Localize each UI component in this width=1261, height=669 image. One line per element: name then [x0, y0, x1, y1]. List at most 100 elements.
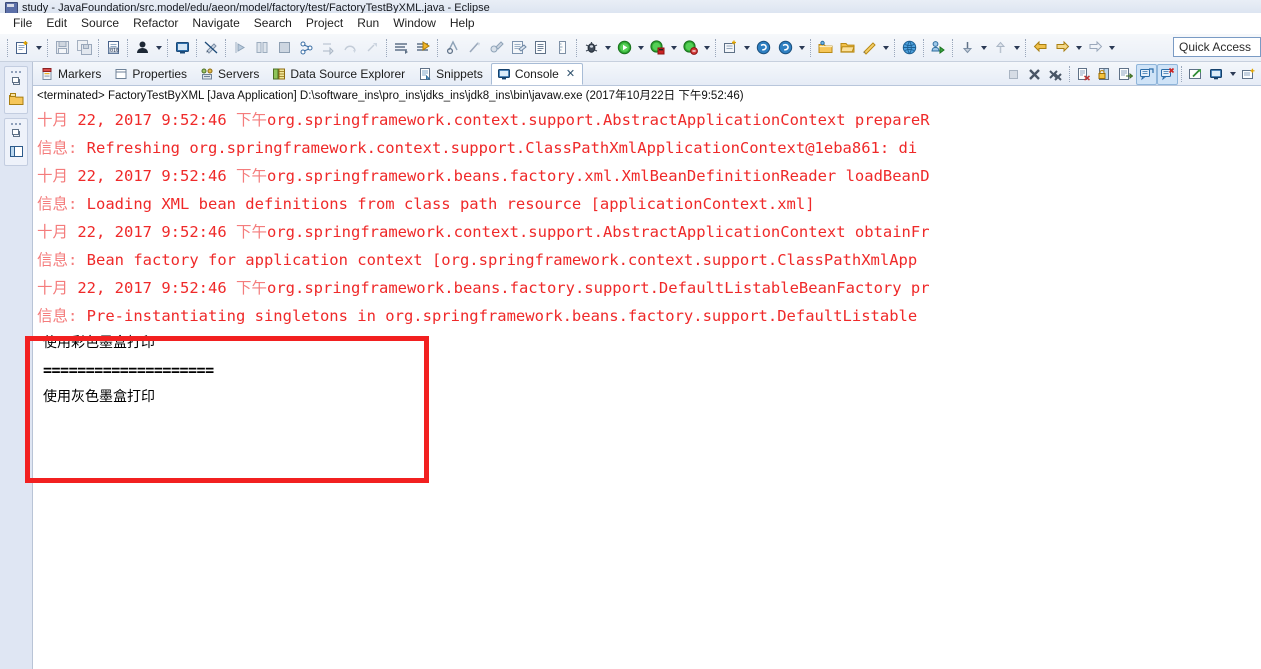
run-icon[interactable]	[613, 37, 635, 59]
forward-history-dropdown-arrow[interactable]	[1106, 37, 1117, 59]
terminate-button[interactable]	[1003, 64, 1024, 85]
tab-data-source-explorer[interactable]: Data Source Explorer	[267, 62, 413, 85]
terminate-icon[interactable]	[273, 37, 295, 59]
pin-console-button[interactable]	[1185, 64, 1206, 85]
open-console-icon[interactable]	[171, 37, 193, 59]
remove-all-terminated-button[interactable]	[1045, 64, 1066, 85]
run-as-server-icon[interactable]	[646, 37, 668, 59]
toggle-breakpoint-icon[interactable]	[251, 37, 273, 59]
menu-edit[interactable]: Edit	[39, 14, 74, 33]
previous-annotation-icon[interactable]	[956, 37, 978, 59]
data-source-explorer-icon	[273, 68, 286, 79]
tab-servers[interactable]: Servers	[195, 62, 267, 85]
restore-panel-icon[interactable]	[5, 75, 27, 88]
new-project-icon[interactable]	[719, 37, 741, 59]
debug-dropdown-arrow[interactable]	[602, 37, 613, 59]
quick-access-input[interactable]: Quick Access	[1173, 37, 1261, 57]
console-line-tail: org.springframework.beans.factory.suppor…	[267, 279, 930, 297]
next-annotation-dropdown-arrow[interactable]	[1011, 37, 1022, 59]
next-annotation-icon[interactable]	[989, 37, 1011, 59]
tab-markers[interactable]: Markers	[35, 62, 109, 85]
menu-run[interactable]: Run	[350, 14, 386, 33]
step-into-icon[interactable]	[229, 37, 251, 59]
team-sync-icon[interactable]	[927, 37, 949, 59]
new-project-dropdown-arrow[interactable]	[741, 37, 752, 59]
console-line-cjk-prefix: 信息:	[37, 139, 87, 157]
console-line-tail: org.springframework.beans.factory.xml.Xm…	[267, 167, 930, 185]
open-console-button[interactable]	[1238, 64, 1259, 85]
tab-snippets-label: Snippets	[436, 66, 483, 81]
remove-launch-button[interactable]	[1024, 64, 1045, 85]
new-java-class-icon[interactable]: 010	[102, 37, 124, 59]
save-icon[interactable]	[51, 37, 73, 59]
menu-window[interactable]: Window	[386, 14, 443, 33]
open-type-icon[interactable]	[814, 37, 836, 59]
display-selected-console-dropdown-arrow[interactable]	[1227, 63, 1238, 85]
tab-console[interactable]: Console ✕	[490, 63, 584, 85]
step-over-icon[interactable]	[339, 37, 361, 59]
forward-dropdown-arrow[interactable]	[1073, 37, 1084, 59]
back-icon[interactable]	[1029, 37, 1051, 59]
new-wizard-dropdown-arrow[interactable]	[33, 37, 44, 59]
menu-help[interactable]: Help	[443, 14, 482, 33]
console-toolbar-separator	[1069, 66, 1070, 82]
forward-history-icon[interactable]	[1084, 37, 1106, 59]
profile-dropdown-arrow[interactable]	[701, 37, 712, 59]
spring-tool-icon[interactable]	[752, 37, 774, 59]
show-console-on-output-button[interactable]	[1136, 63, 1157, 85]
external-tools-icon[interactable]	[485, 37, 507, 59]
close-icon[interactable]: ✕	[566, 69, 575, 80]
new-wizard-icon[interactable]	[11, 37, 33, 59]
skip-breakpoints-icon[interactable]	[295, 37, 317, 59]
console-line-cjk-mid: 下午	[235, 223, 267, 241]
run-dropdown-arrow[interactable]	[635, 37, 646, 59]
forward-icon[interactable]	[1051, 37, 1073, 59]
menu-file[interactable]: File	[6, 14, 39, 33]
user-profile-dropdown-arrow[interactable]	[153, 37, 164, 59]
step-return-icon[interactable]	[317, 37, 339, 59]
spring-boot-icon[interactable]	[774, 37, 796, 59]
run-as-server-dropdown-arrow[interactable]	[668, 37, 679, 59]
toggle-mark-occurrences-icon[interactable]	[200, 37, 222, 59]
spring-boot-dropdown-arrow[interactable]	[796, 37, 807, 59]
show-console-on-error-button[interactable]	[1157, 63, 1178, 85]
build-all-icon[interactable]	[507, 37, 529, 59]
window-titlebar: study - JavaFoundation/src.model/edu/aeo…	[0, 0, 1261, 13]
toolbar-separator	[715, 38, 716, 57]
resume-icon[interactable]	[361, 37, 383, 59]
previous-annotation-dropdown-arrow[interactable]	[978, 37, 989, 59]
display-selected-console-button[interactable]	[1206, 64, 1227, 85]
profile-icon[interactable]	[679, 37, 701, 59]
console-toolbar-separator	[1181, 66, 1182, 82]
word-wrap-button[interactable]	[1115, 64, 1136, 85]
tab-properties[interactable]: Properties	[109, 62, 195, 85]
restore-panel-icon[interactable]	[5, 127, 27, 140]
menu-search[interactable]: Search	[247, 14, 299, 33]
tab-snippets[interactable]: Snippets	[413, 62, 491, 85]
sidebar-item-package-explorer[interactable]	[5, 88, 27, 110]
clear-console-button[interactable]	[1073, 64, 1094, 85]
console-output-area[interactable]: 十月 22, 2017 9:52:46 下午org.springframewor…	[33, 104, 1261, 669]
open-task-icon[interactable]	[390, 37, 412, 59]
sidebar-item-outline[interactable]	[5, 140, 27, 162]
open-resource-icon[interactable]	[836, 37, 858, 59]
console-line: 十月 22, 2017 9:52:46 下午org.springframewor…	[33, 106, 1261, 134]
annotate-icon[interactable]	[412, 37, 434, 59]
scroll-lock-button[interactable]	[1094, 64, 1115, 85]
search-icon[interactable]	[441, 37, 463, 59]
outline-icon[interactable]	[529, 37, 551, 59]
menu-source[interactable]: Source	[74, 14, 126, 33]
run-last-tool-icon[interactable]	[463, 37, 485, 59]
save-all-icon[interactable]	[73, 37, 95, 59]
menu-project[interactable]: Project	[299, 14, 350, 33]
toolbar-separator	[225, 38, 226, 57]
quick-fix-icon[interactable]	[858, 37, 880, 59]
menu-navigate[interactable]: Navigate	[185, 14, 246, 33]
menu-refactor[interactable]: Refactor	[126, 14, 185, 33]
debug-icon[interactable]	[580, 37, 602, 59]
toggle-ruler-icon[interactable]	[551, 37, 573, 59]
open-web-browser-icon[interactable]	[898, 37, 920, 59]
quick-fix-dropdown-arrow[interactable]	[880, 37, 891, 59]
user-profile-icon[interactable]	[131, 37, 153, 59]
console-line: 十月 22, 2017 9:52:46 下午org.springframewor…	[33, 218, 1261, 246]
